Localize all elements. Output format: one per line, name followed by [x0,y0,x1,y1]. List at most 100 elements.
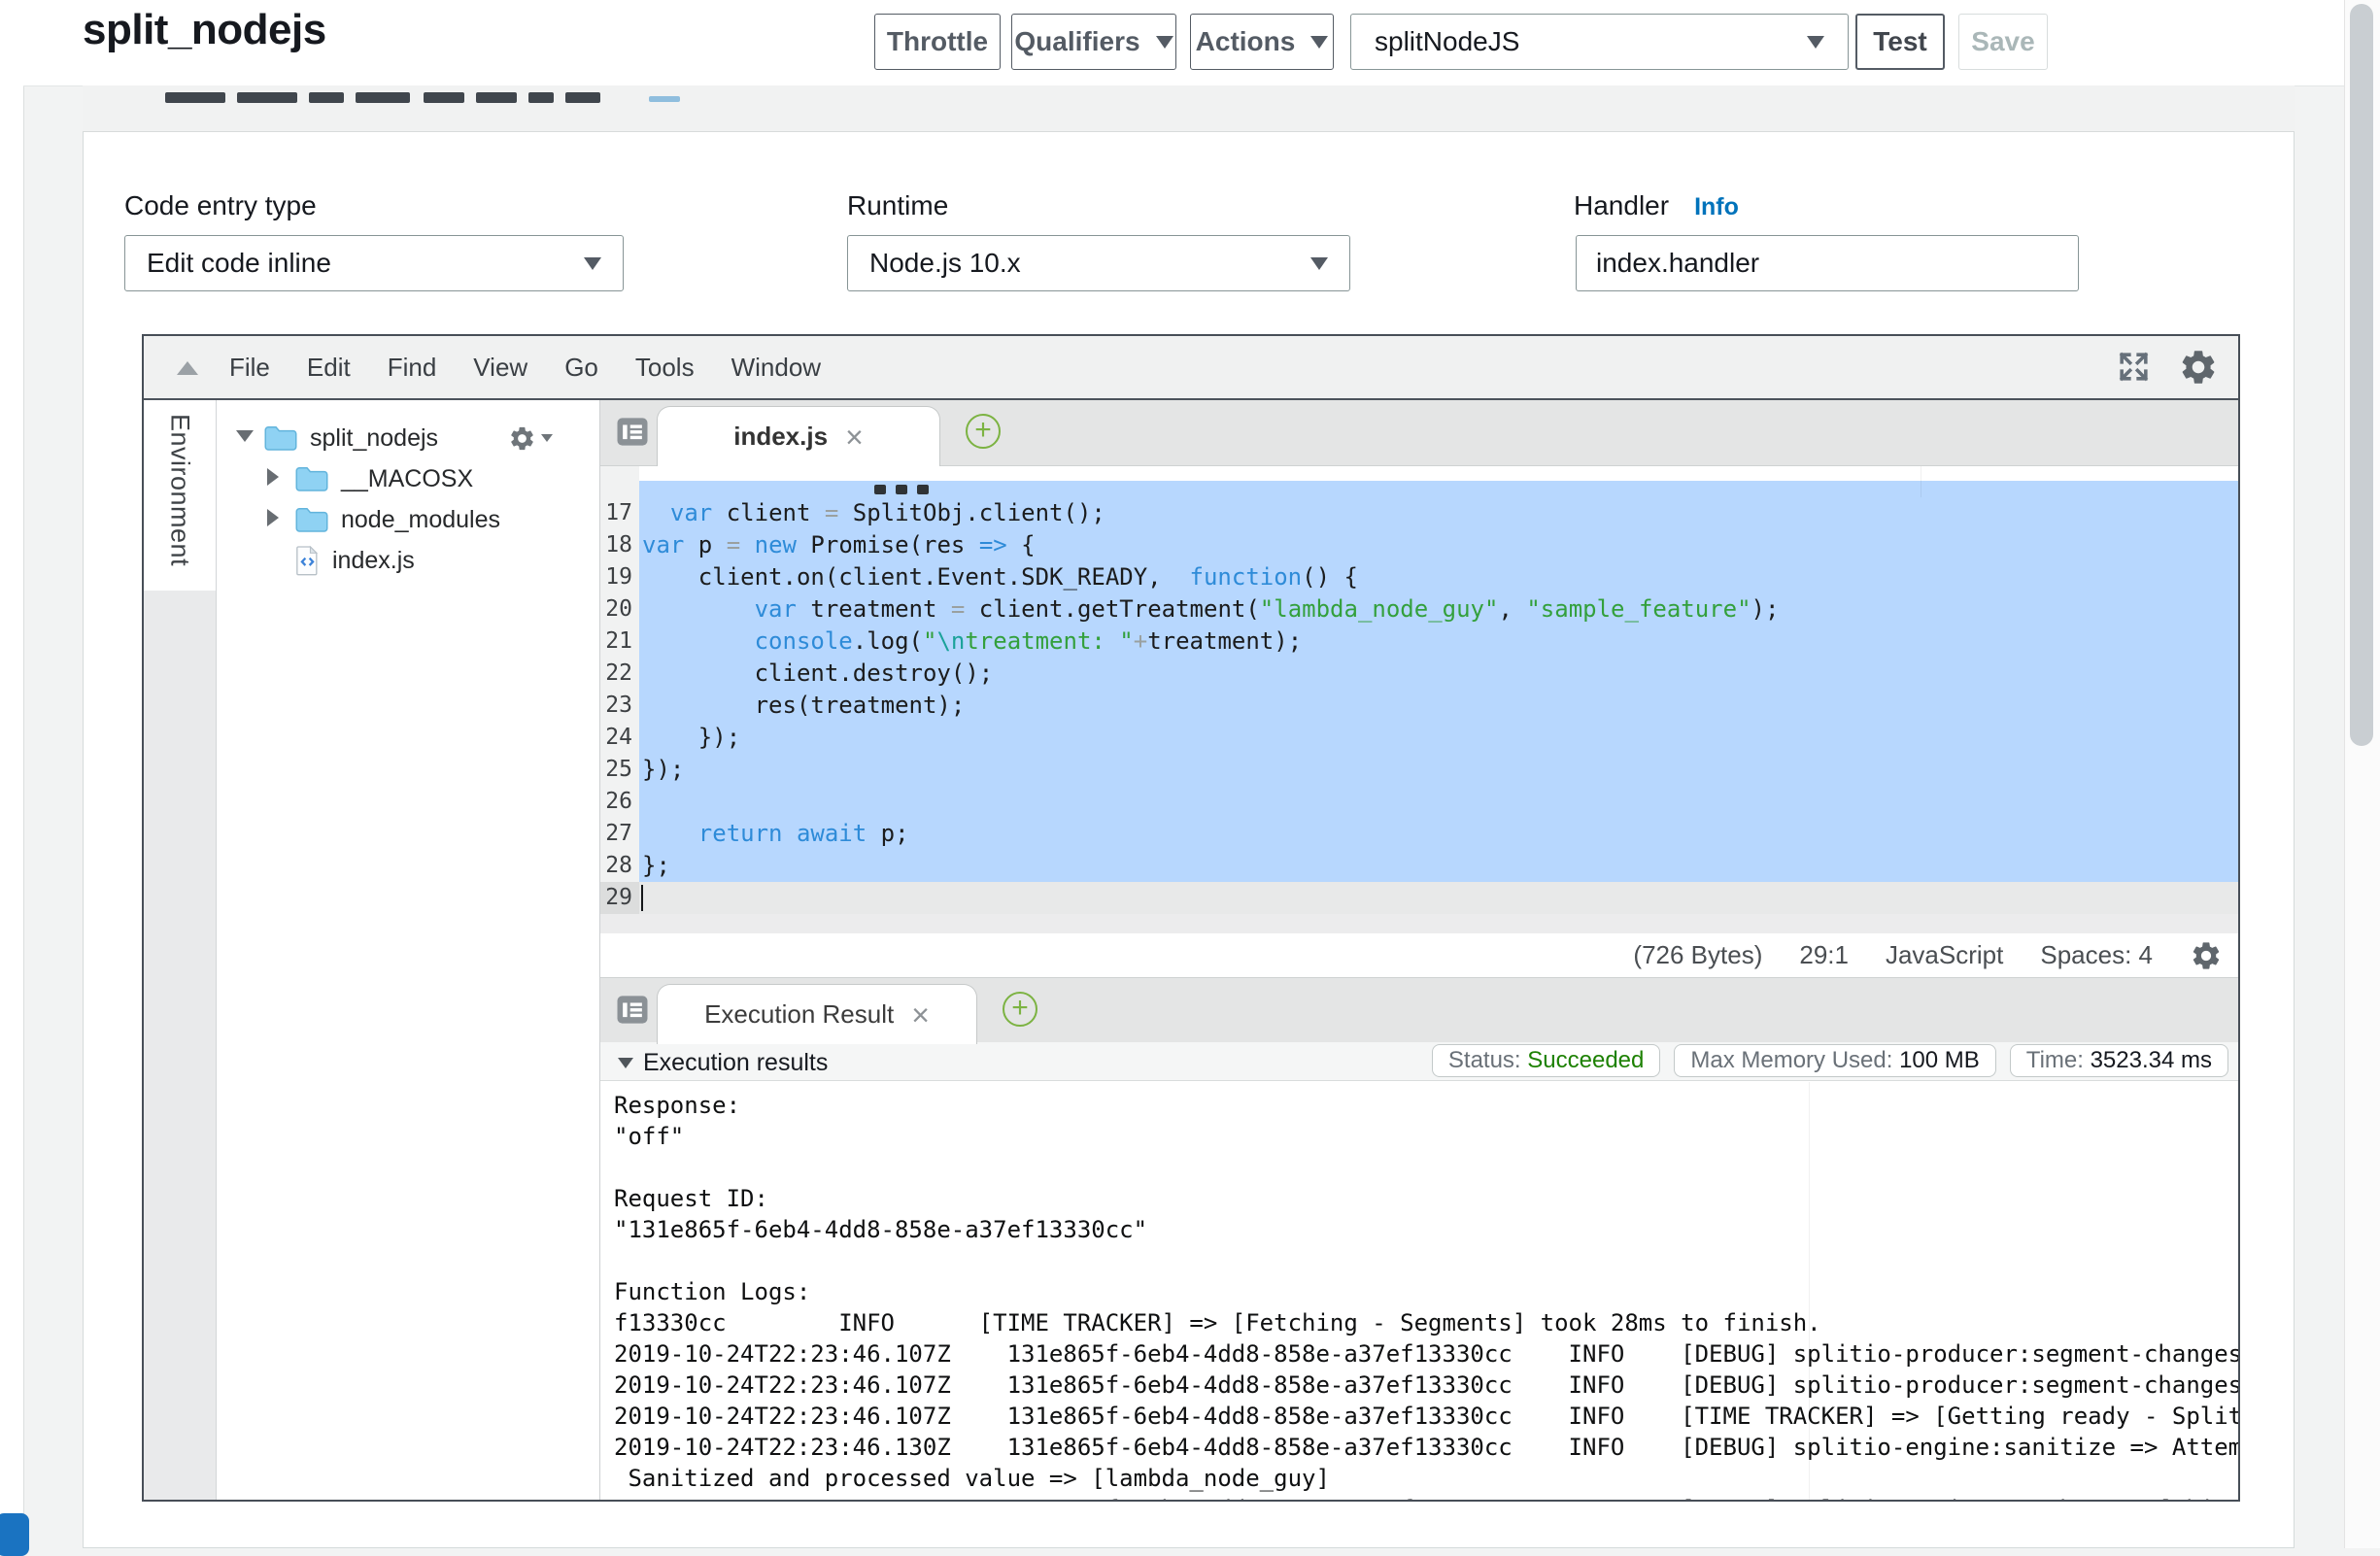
tab-index-js[interactable]: index.js × [657,406,940,466]
code-file-icon [294,545,321,576]
line-number: 23 [605,690,632,722]
runtime-select[interactable]: Node.js 10.x [847,235,1350,291]
new-tab-icon[interactable]: + [966,414,1001,449]
result-tabbar: Execution Result × + [600,978,2238,1044]
execution-log: Response: "off" Request ID: "131e865f-6e… [600,1082,2238,1500]
line-number: 22 [605,658,632,690]
handler-input[interactable] [1576,235,2079,291]
line-number: 29 [605,882,632,914]
tab-index-js-label: index.js [733,422,828,452]
result-badge: Status: Succeeded [1432,1044,1660,1077]
chevron-down-icon [584,257,601,270]
tree-item--macosx[interactable]: __MACOSX [217,458,599,499]
runtime-label: Runtime [847,190,948,221]
handler-info-link[interactable]: Info [1694,193,1739,221]
code-entry-type-select[interactable]: Edit code inline [124,235,624,291]
test-event-select[interactable]: splitNodeJS [1350,14,1849,70]
menu-find[interactable]: Find [388,353,437,383]
line-number: 18 [605,529,632,561]
folder-icon [257,423,298,453]
line-number: 28 [605,850,632,882]
close-tab-icon[interactable]: × [845,422,864,453]
code-line-22[interactable]: client.destroy(); [639,658,2238,690]
line-number: 21 [605,626,632,658]
tree-item-split-nodejs[interactable]: split_nodejs [217,418,599,458]
tree-item-label: __MACOSX [341,465,473,493]
statusbar-item[interactable]: Spaces: 4 [2040,940,2153,970]
close-tab-icon[interactable]: × [911,999,930,1031]
menu-file[interactable]: File [229,353,270,383]
editor-hscrollbar[interactable] [600,914,2238,933]
code-line-29[interactable] [639,882,2238,914]
code-entry-type-label: Code entry type [124,190,317,221]
page-scrollbar[interactable] [2344,0,2380,1548]
file-tree: split_nodejs __MACOSX node_modules index.js [217,400,600,1500]
environment-panel-tab[interactable]: Environment [144,400,217,591]
caret-right-icon[interactable] [267,509,289,531]
code-line-18[interactable]: var p = new Promise(res => { [639,529,2238,561]
execution-results-title: Execution results [643,1049,828,1077]
code-line-23[interactable]: res(treatment); [639,690,2238,722]
code-line-26[interactable] [639,786,2238,818]
test-event-value: splitNodeJS [1375,26,1519,57]
editor-statusbar: (726 Bytes) 29:1 JavaScript Spaces: 4 [600,933,2238,978]
menu-view[interactable]: View [473,353,527,383]
code-editor: File Edit Find View Go Tools Window Environmen… [142,334,2240,1502]
fullscreen-icon[interactable] [2116,349,2152,385]
tab-list-icon[interactable] [616,417,649,447]
menu-go[interactable]: Go [564,353,598,383]
menu-edit[interactable]: Edit [307,353,351,383]
qualifiers-button[interactable]: Qualifiers [1011,14,1176,70]
code-line-19[interactable]: client.on(client.Event.SDK_READY, functi… [639,561,2238,593]
tab-list-icon[interactable] [616,995,649,1025]
code-line-17[interactable]: var client = SplitObj.client(); [639,497,2238,529]
tree-item-node-modules[interactable]: node_modules [217,499,599,540]
result-badge: Max Memory Used: 100 MB [1674,1044,1995,1077]
statusbar-gear-icon[interactable] [2190,939,2223,972]
statusbar-items: (726 Bytes) 29:1 JavaScript Spaces: 4 [1633,940,2153,970]
tree-item-index-js[interactable]: index.js [217,540,599,581]
statusbar-item[interactable]: (726 Bytes) [1633,940,1762,970]
folder-icon [263,423,298,453]
code-line-28[interactable]: }; [639,850,2238,882]
folder-icon [289,505,329,534]
editor-preferences-gear-icon[interactable] [2178,347,2219,388]
text-cursor [641,885,643,911]
tree-item-label: index.js [332,547,415,575]
tab-execution-result[interactable]: Execution Result × [657,984,977,1044]
menu-tools[interactable]: Tools [635,353,695,383]
code-text-area[interactable]: var client = SplitObj.client();var p = n… [639,466,2238,914]
caret-down-icon[interactable] [236,429,257,447]
tab-execution-result-label: Execution Result [704,999,894,1030]
window-left-gutter [0,0,24,1548]
code-line-21[interactable]: console.log("\ntreatment: "+treatment); [639,626,2238,658]
folder-icon [294,464,329,493]
statusbar-item[interactable]: 29:1 [1799,940,1849,970]
code-tabbar: index.js × + [600,400,2238,466]
tree-settings-gear-icon[interactable] [508,424,553,453]
new-tab-icon[interactable]: + [1003,992,1037,1027]
editor-menubar: File Edit Find View Go Tools Window [144,336,2238,400]
page-scrollbar-thumb[interactable] [2350,4,2373,746]
code-line-20[interactable]: var treatment = client.getTreatment("lam… [639,593,2238,626]
statusbar-item[interactable]: JavaScript [1886,940,2003,970]
partial-corner-widget[interactable] [0,1513,29,1556]
save-button[interactable]: Save [1958,14,2048,70]
handler-label: Handler Info [1574,190,1739,221]
actions-button[interactable]: Actions [1190,14,1334,70]
code-line-25[interactable]: }); [639,754,2238,786]
line-number: 27 [605,818,632,850]
code-line-24[interactable]: }); [639,722,2238,754]
caret-right-icon[interactable] [267,468,289,490]
environment-panel-track [144,591,217,1500]
file-icon [289,545,321,576]
throttle-button[interactable]: Throttle [874,14,1001,70]
chevron-down-icon [1156,36,1173,49]
collapse-menubar-icon[interactable] [177,361,198,375]
line-number: 17 [605,497,632,529]
menu-window[interactable]: Window [731,353,821,383]
code-line-27[interactable]: return await p; [639,818,2238,850]
chevron-down-icon [1807,36,1824,49]
test-button[interactable]: Test [1855,14,1945,70]
collapse-results-icon[interactable] [618,1058,633,1068]
